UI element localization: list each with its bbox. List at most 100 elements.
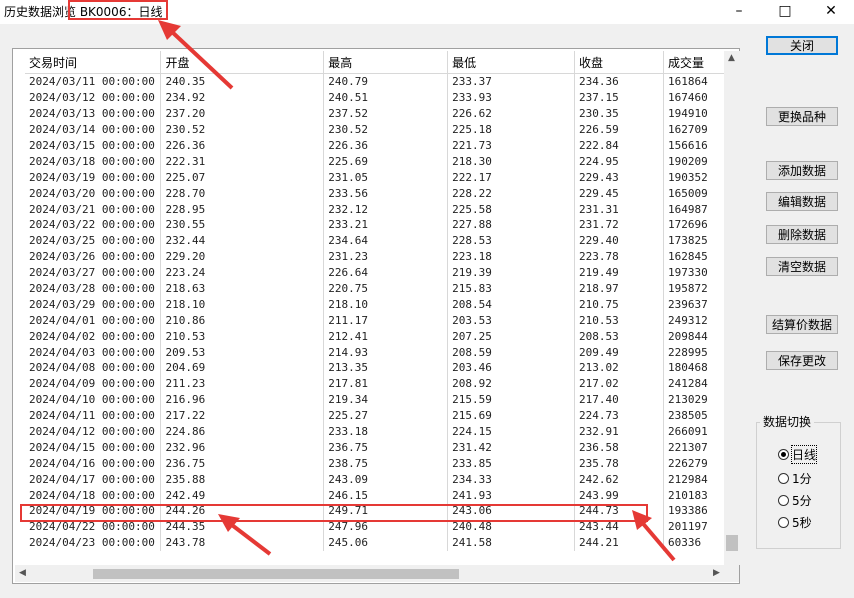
table-cell[interactable]: 234.36 [574, 73, 664, 90]
table-cell[interactable]: 217.02 [574, 375, 664, 392]
table-cell[interactable]: 210.53 [574, 312, 664, 329]
table-row[interactable]: 2024/04/23 00:00:00 243.78 245.06 241.58 244… [25, 534, 733, 551]
table-cell[interactable]: 226.64 [323, 264, 449, 281]
table-cell[interactable]: 235.88 [160, 471, 325, 488]
table-cell[interactable]: 237.52 [323, 105, 449, 122]
horizontal-scrollbar[interactable]: ◀ ▶ [15, 565, 739, 582]
table-row[interactable]: 2024/04/09 00:00:00 211.23 217.81 208.92 217… [25, 375, 733, 392]
table-cell[interactable]: 2024/03/25 00:00:00 [25, 232, 162, 249]
table-cell[interactable]: 220.75 [323, 280, 449, 297]
table-cell[interactable]: 244.26 [160, 503, 325, 519]
table-row[interactable]: 2024/03/11 00:00:00 240.35 240.79 233.37 234… [25, 73, 733, 90]
table-row[interactable]: 2024/03/25 00:00:00 232.44 234.64 228.53 229… [25, 232, 733, 249]
table-row[interactable]: 2024/03/18 00:00:00 222.31 225.69 218.30 224… [25, 153, 733, 170]
table-cell[interactable]: 233.21 [323, 217, 449, 233]
table-cell[interactable]: 242.49 [160, 487, 325, 504]
table-row[interactable]: 2024/04/15 00:00:00 232.96 236.75 231.42 236… [25, 439, 733, 456]
table-cell[interactable]: 208.53 [574, 328, 664, 345]
table-cell[interactable]: 240.48 [447, 518, 576, 535]
table-cell[interactable]: 2024/03/21 00:00:00 [25, 201, 162, 218]
table-cell[interactable]: 194910 [663, 105, 733, 122]
table-cell[interactable]: 167460 [663, 89, 733, 106]
table-cell[interactable]: 225.18 [447, 121, 576, 138]
table-cell[interactable]: 229.45 [574, 185, 664, 202]
table-cell[interactable]: 2024/04/18 00:00:00 [25, 487, 162, 504]
column-header[interactable]: 成交量 [663, 51, 733, 74]
table-cell[interactable]: 2024/04/17 00:00:00 [25, 471, 162, 488]
table-cell[interactable]: 2024/03/11 00:00:00 [25, 73, 162, 90]
table-cell[interactable]: 249312 [663, 312, 733, 329]
table-cell[interactable]: 2024/03/27 00:00:00 [25, 264, 162, 281]
table-cell[interactable]: 231.23 [323, 248, 449, 265]
table-cell[interactable]: 2024/03/20 00:00:00 [25, 185, 162, 202]
table-row[interactable]: 2024/04/22 00:00:00 244.35 247.96 240.48 243… [25, 518, 733, 535]
table-cell[interactable]: 214.93 [323, 344, 449, 361]
table-cell[interactable]: 233.37 [447, 73, 576, 90]
table-cell[interactable]: 210.75 [574, 296, 664, 313]
vertical-scroll-thumb[interactable] [726, 535, 738, 551]
table-row[interactable]: 2024/03/26 00:00:00 229.20 231.23 223.18 223… [25, 248, 733, 265]
radio-5min[interactable]: 5分 [778, 492, 812, 509]
table-cell[interactable]: 238.75 [323, 455, 449, 472]
table-cell[interactable]: 162845 [663, 248, 733, 265]
table-cell[interactable]: 238505 [663, 407, 733, 424]
table-row[interactable]: 2024/03/27 00:00:00 223.24 226.64 219.39 219… [25, 264, 733, 281]
table-cell[interactable]: 244.35 [160, 518, 325, 535]
table-cell[interactable]: 240.79 [323, 73, 449, 90]
table-cell[interactable]: 2024/03/19 00:00:00 [25, 169, 162, 186]
table-cell[interactable]: 2024/04/23 00:00:00 [25, 534, 162, 551]
table-cell[interactable]: 242.62 [574, 471, 664, 488]
table-cell[interactable]: 243.09 [323, 471, 449, 488]
table-row[interactable]: 2024/03/29 00:00:00 218.10 218.10 208.54 210… [25, 296, 733, 313]
table-cell[interactable]: 165009 [663, 185, 733, 202]
table-row[interactable]: 2024/04/16 00:00:00 236.75 238.75 233.85 235… [25, 455, 733, 472]
table-cell[interactable]: 161864 [663, 73, 733, 90]
table-cell[interactable]: 225.58 [447, 201, 576, 218]
table-cell[interactable]: 232.96 [160, 439, 325, 456]
table-cell[interactable]: 217.40 [574, 391, 664, 408]
table-row[interactable]: 2024/03/13 00:00:00 237.20 237.52 226.62 230… [25, 105, 733, 122]
table-cell[interactable]: 164987 [663, 201, 733, 218]
table-cell[interactable]: 225.69 [323, 153, 449, 170]
table-cell[interactable]: 228.22 [447, 185, 576, 202]
table-cell[interactable]: 237.15 [574, 89, 664, 106]
table-cell[interactable]: 229.20 [160, 248, 325, 265]
table-cell[interactable]: 226.59 [574, 121, 664, 138]
table-cell[interactable]: 213.35 [323, 360, 449, 376]
table-cell[interactable]: 2024/03/14 00:00:00 [25, 121, 162, 138]
table-row[interactable]: 2024/03/21 00:00:00 228.95 232.12 225.58 231… [25, 201, 733, 218]
table-cell[interactable]: 216.96 [160, 391, 325, 408]
table-cell[interactable]: 233.56 [323, 185, 449, 202]
table-cell[interactable]: 190209 [663, 153, 733, 170]
table-cell[interactable]: 228995 [663, 344, 733, 361]
table-row[interactable]: 2024/04/11 00:00:00 217.22 225.27 215.69 224… [25, 407, 733, 424]
table-cell[interactable]: 219.49 [574, 264, 664, 281]
table-cell[interactable]: 222.17 [447, 169, 576, 186]
table-cell[interactable]: 60336 [663, 534, 733, 551]
table-cell[interactable]: 230.52 [323, 121, 449, 138]
table-cell[interactable]: 207.25 [447, 328, 576, 345]
vertical-scrollbar[interactable]: ▲ [724, 51, 740, 565]
table-cell[interactable]: 228.53 [447, 232, 576, 249]
table-cell[interactable]: 2024/04/11 00:00:00 [25, 407, 162, 424]
table-row[interactable]: 2024/04/12 00:00:00 224.86 233.18 224.15 232… [25, 423, 733, 440]
table-row[interactable]: 2024/03/28 00:00:00 218.63 220.75 215.83 218… [25, 280, 733, 297]
maximize-icon[interactable]: □ [762, 0, 808, 22]
table-cell[interactable]: 243.06 [447, 503, 576, 519]
table-cell[interactable]: 218.97 [574, 280, 664, 297]
table-cell[interactable]: 226.36 [323, 137, 449, 154]
table-cell[interactable]: 225.27 [323, 407, 449, 424]
table-cell[interactable]: 243.78 [160, 534, 325, 551]
table-cell[interactable]: 193386 [663, 503, 733, 519]
table-cell[interactable]: 2024/04/19 00:00:00 [25, 503, 162, 519]
table-cell[interactable]: 2024/03/13 00:00:00 [25, 105, 162, 122]
table-cell[interactable]: 232.12 [323, 201, 449, 218]
table-cell[interactable]: 211.23 [160, 375, 325, 392]
add-data-button[interactable]: 添加数据 [766, 161, 838, 180]
table-cell[interactable]: 232.91 [574, 423, 664, 440]
table-cell[interactable]: 239637 [663, 296, 733, 313]
table-cell[interactable]: 230.55 [160, 217, 325, 233]
table-cell[interactable]: 211.17 [323, 312, 449, 329]
table-cell[interactable]: 213029 [663, 391, 733, 408]
table-cell[interactable]: 244.73 [574, 503, 664, 519]
